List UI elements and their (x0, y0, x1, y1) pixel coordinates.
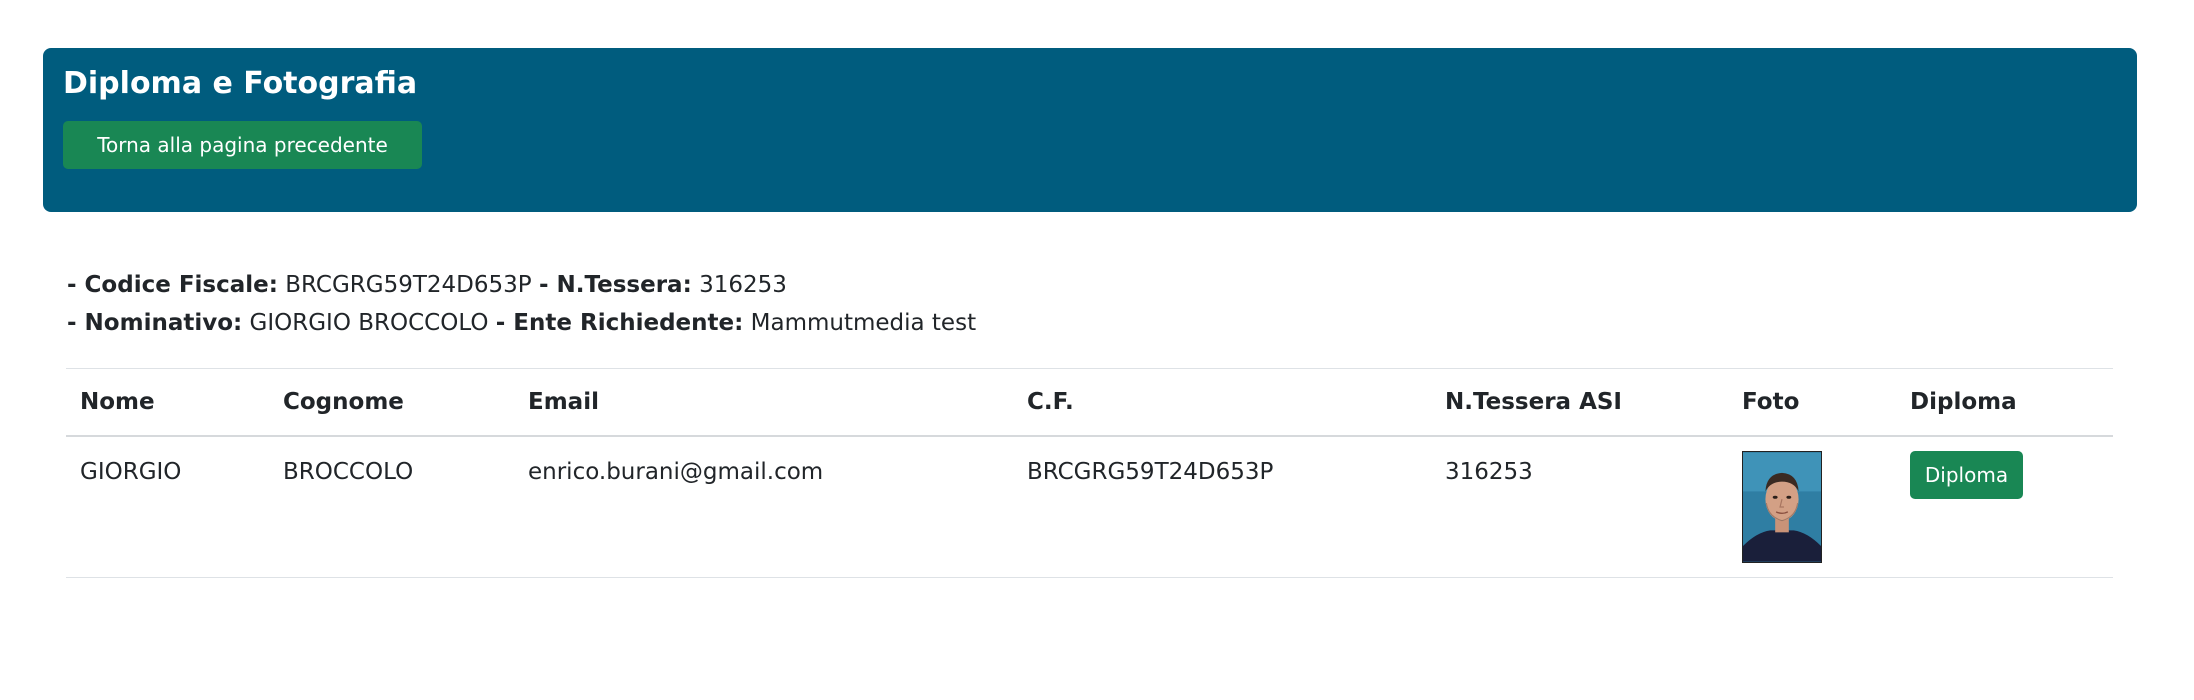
header-card: Diploma e Fotografia Torna alla pagina p… (43, 48, 2137, 212)
cf-label: - Codice Fiscale: (67, 272, 278, 298)
column-header-diploma: Diploma (1896, 368, 2113, 437)
ente-value: Mammutmedia test (750, 310, 977, 336)
table-row: GIORGIO BROCCOLO enrico.burani@gmail.com… (66, 436, 2113, 578)
ente-label: - Ente Richiedente: (495, 310, 744, 336)
cell-tessera: 316253 (1431, 436, 1728, 578)
column-header-tessera: N.Tessera ASI (1431, 368, 1728, 437)
nominativo-label: - Nominativo: (67, 310, 243, 336)
member-photo[interactable] (1742, 451, 1822, 563)
info-line-1: - Codice Fiscale: BRCGRG59T24D653P - N.T… (67, 266, 976, 304)
members-table-wrap: Nome Cognome Email C.F. N.Tessera ASI Fo… (66, 368, 2113, 578)
cell-diploma: Diploma (1896, 436, 2113, 578)
back-button[interactable]: Torna alla pagina precedente (63, 121, 422, 169)
column-header-email: Email (514, 368, 1013, 437)
column-header-cognome: Cognome (269, 368, 514, 437)
tessera-value: 316253 (699, 272, 787, 298)
diploma-button[interactable]: Diploma (1910, 451, 2023, 499)
cf-value: BRCGRG59T24D653P (285, 272, 532, 298)
column-header-cf: C.F. (1013, 368, 1431, 437)
table-header-row: Nome Cognome Email C.F. N.Tessera ASI Fo… (66, 368, 2113, 437)
members-table: Nome Cognome Email C.F. N.Tessera ASI Fo… (66, 368, 2113, 578)
column-header-nome: Nome (66, 368, 269, 437)
info-line-2: - Nominativo: GIORGIO BROCCOLO - Ente Ri… (67, 304, 976, 342)
cell-foto (1728, 436, 1896, 578)
cell-email: enrico.burani@gmail.com (514, 436, 1013, 578)
cell-cf: BRCGRG59T24D653P (1013, 436, 1431, 578)
member-info: - Codice Fiscale: BRCGRG59T24D653P - N.T… (67, 266, 976, 342)
page-title: Diploma e Fotografia (63, 66, 418, 101)
cell-cognome: BROCCOLO (269, 436, 514, 578)
column-header-foto: Foto (1728, 368, 1896, 437)
nominativo-value: GIORGIO BROCCOLO (249, 310, 489, 336)
cell-nome: GIORGIO (66, 436, 269, 578)
tessera-label: - N.Tessera: (538, 272, 692, 298)
